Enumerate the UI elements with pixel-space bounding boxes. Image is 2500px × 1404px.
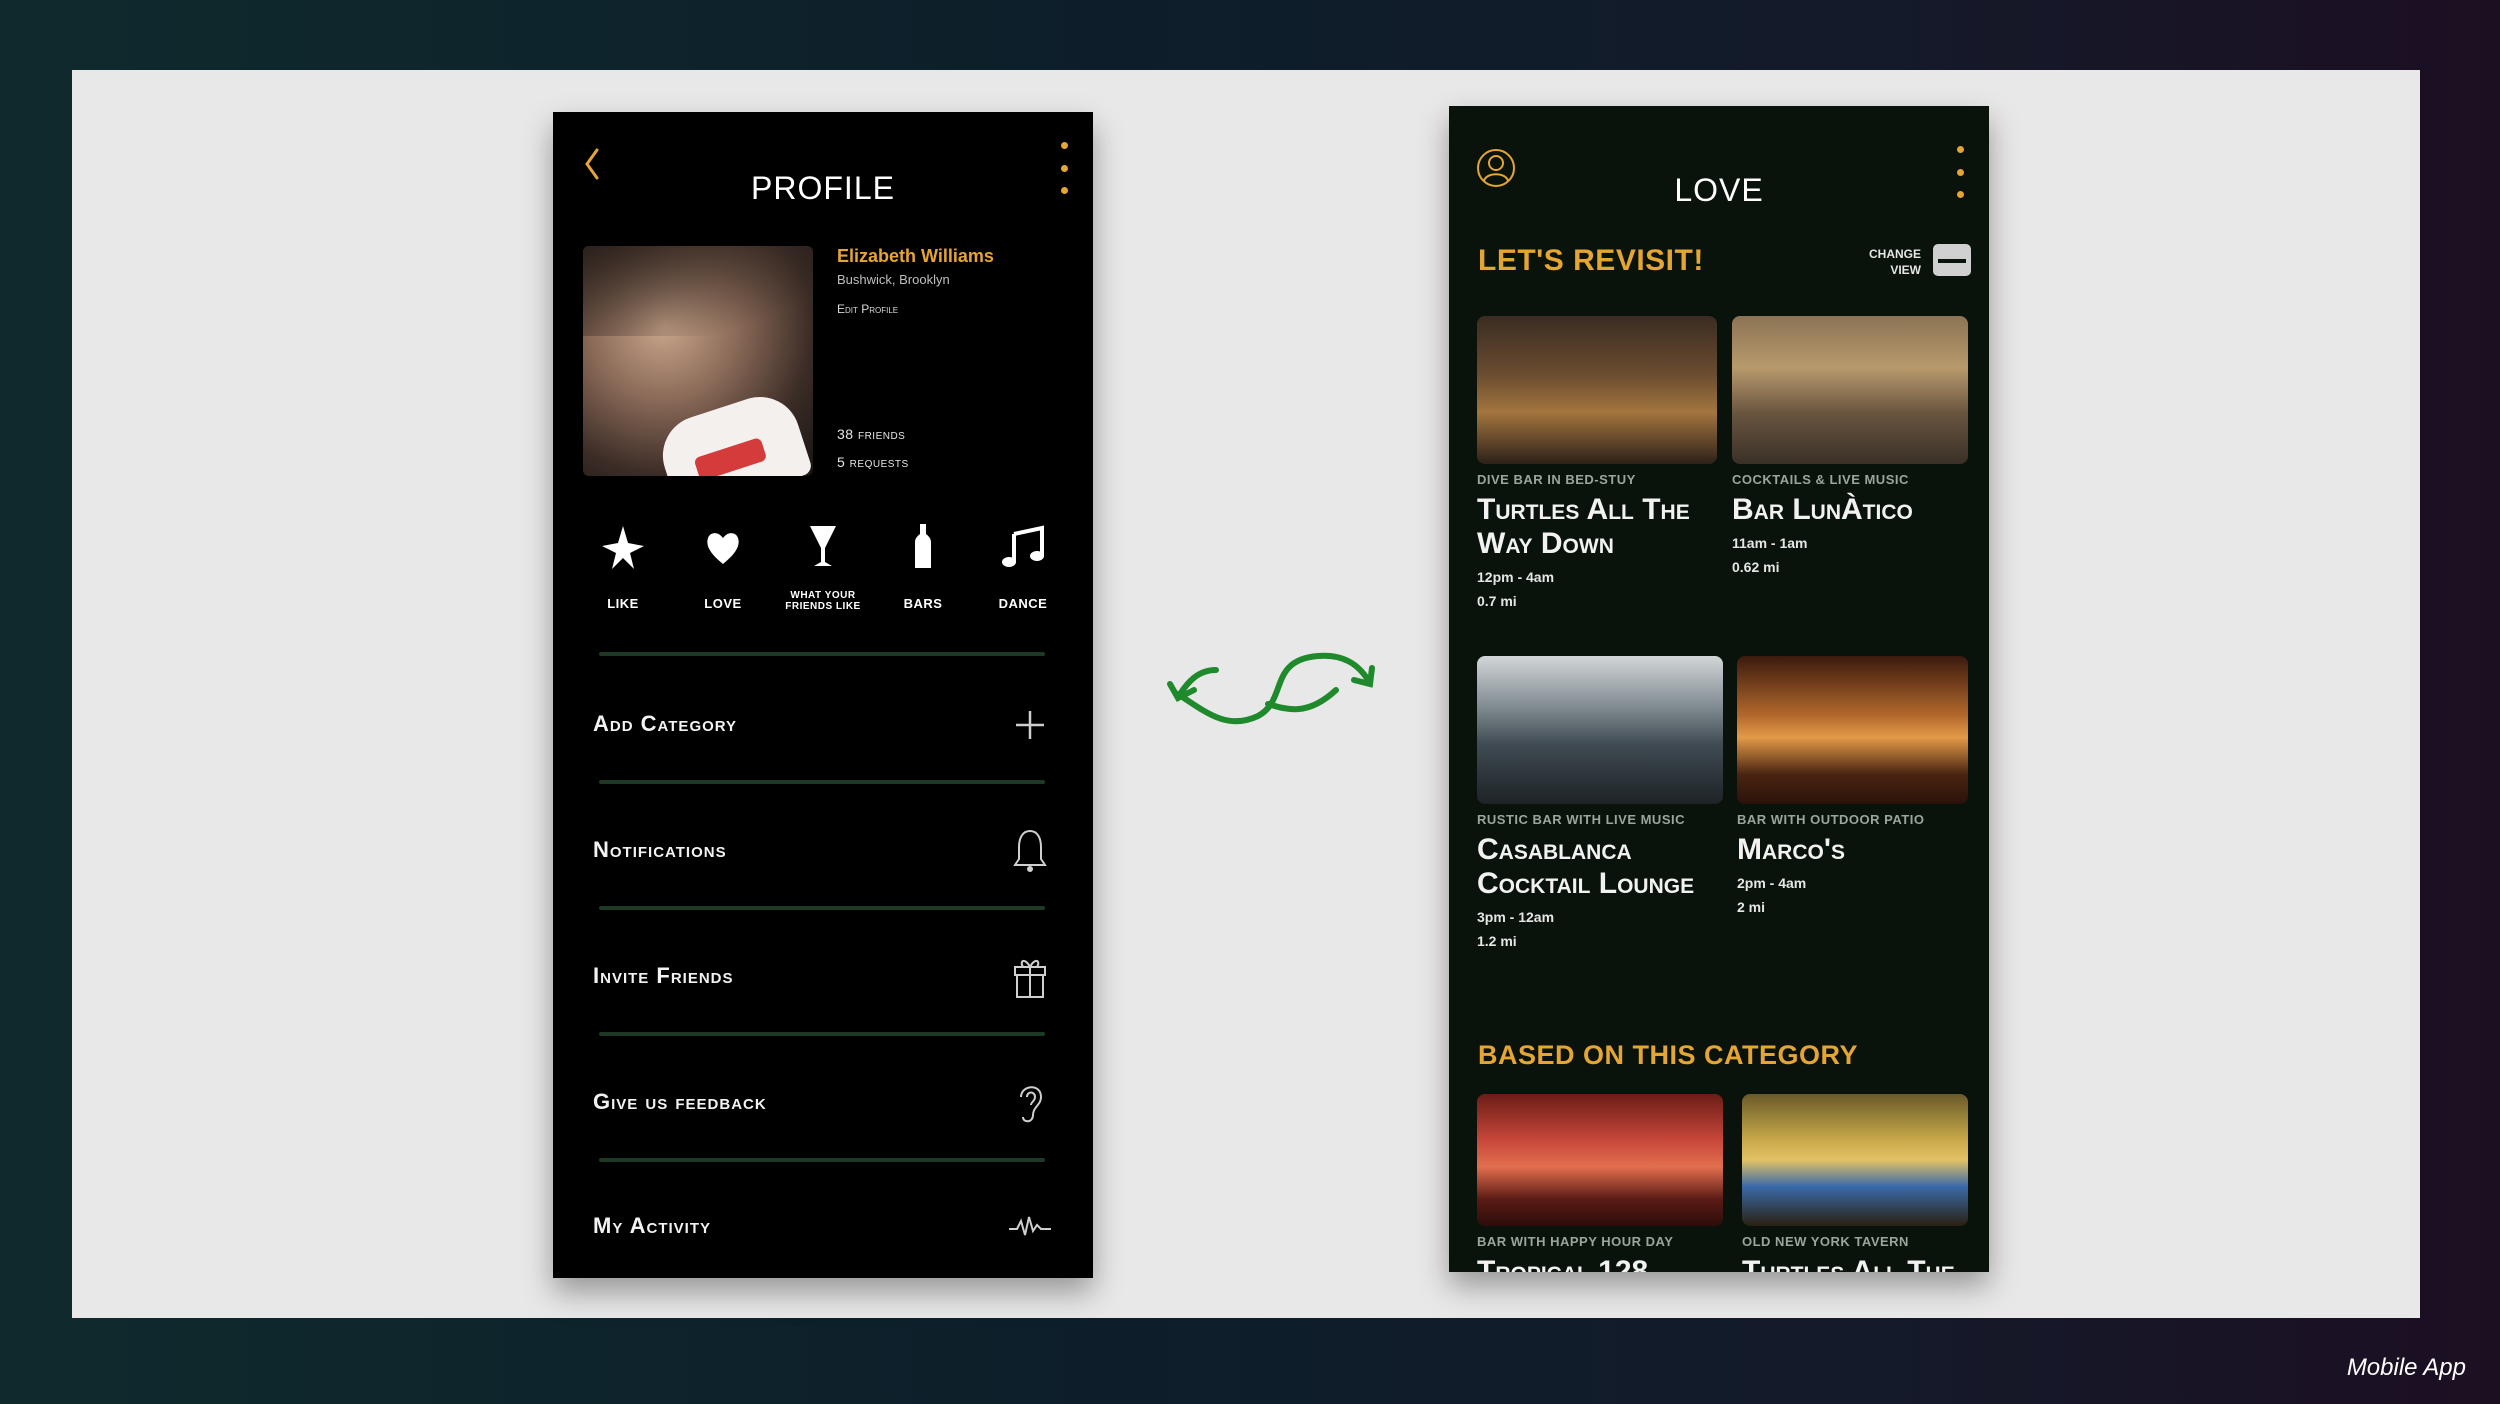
category-row: LIKE LOVE WHAT YOUR FRIENDS LIKE BARS DA… <box>573 522 1073 632</box>
venue-card[interactable]: COCKTAILS & LIVE MUSIC Bar LunÀtico 11am… <box>1732 316 1968 579</box>
heart-icon <box>707 533 739 564</box>
category-friends-like[interactable]: WHAT YOUR FRIENDS LIKE <box>773 522 873 632</box>
venue-photo <box>1732 316 1968 464</box>
venue-hours: 3pm - 12am <box>1477 909 1555 925</box>
menu-feedback[interactable]: Give us feedback <box>593 1072 1053 1132</box>
venue-card[interactable]: BAR WITH HAPPY HOUR DAY Tropical 128 <box>1477 1094 1723 1272</box>
venue-title: Turtles All The <box>1742 1255 1955 1272</box>
more-options-icon[interactable] <box>1955 146 1965 198</box>
venue-subtitle: BAR WITH OUTDOOR PATIO <box>1737 812 1925 827</box>
user-location: Bushwick, Brooklyn <box>837 272 950 287</box>
venue-card[interactable]: DIVE BAR IN BED-STUY Turtles All The Way… <box>1477 316 1717 613</box>
venue-hours: 11am - 1am <box>1732 535 1808 551</box>
category-like[interactable]: LIKE <box>573 522 673 632</box>
divider <box>599 906 1045 910</box>
venue-subtitle: RUSTIC BAR WITH LIVE MUSIC <box>1477 812 1685 827</box>
venue-subtitle: BAR WITH HAPPY HOUR DAY <box>1477 1234 1674 1249</box>
swap-arrows-icon <box>1167 652 1375 725</box>
venue-photo <box>1477 316 1717 464</box>
venue-hours: 12pm - 4am <box>1477 569 1555 585</box>
venue-subtitle: DIVE BAR IN BED-STUY <box>1477 472 1636 487</box>
venue-subtitle: COCKTAILS & LIVE MUSIC <box>1732 472 1909 487</box>
menu-my-activity[interactable]: My Activity <box>593 1196 1053 1256</box>
menu-add-category[interactable]: Add Category <box>593 694 1053 754</box>
music-note-icon <box>1002 525 1044 567</box>
venue-photo <box>1477 1094 1723 1226</box>
venue-subtitle: OLD NEW YORK TAVERN <box>1742 1234 1909 1249</box>
more-options-icon[interactable] <box>1059 142 1069 194</box>
section-title-category: BASED ON THIS CATEGORY <box>1478 1040 1859 1070</box>
venue-photo <box>1477 656 1723 804</box>
venue-distance: 0.62 mi <box>1732 559 1780 575</box>
venue-card[interactable]: BAR WITH OUTDOOR PATIO Marco's 2pm - 4am… <box>1737 656 1968 919</box>
venue-distance: 2 mi <box>1737 899 1766 915</box>
avatar <box>583 246 813 476</box>
friends-count[interactable]: 38 friends <box>837 426 905 442</box>
menu-label: Notifications <box>593 837 727 862</box>
menu-label: Invite Friends <box>593 963 734 988</box>
menu-label: Add Category <box>593 711 738 736</box>
divider <box>599 1158 1045 1162</box>
category-label: LOVE <box>704 596 742 611</box>
menu-invite-friends[interactable]: Invite Friends <box>593 946 1053 1006</box>
plus-icon <box>1016 711 1044 739</box>
category-label: LIKE <box>607 596 639 611</box>
category-label: WHAT YOUR FRIENDS LIKE <box>785 590 861 612</box>
menu-label: My Activity <box>593 1213 712 1238</box>
page-title: PROFILE <box>751 170 895 206</box>
venue-card[interactable]: OLD NEW YORK TAVERN Turtles All The <box>1742 1094 1968 1272</box>
category-label: DANCE <box>998 596 1048 611</box>
gift-icon <box>1014 960 1046 998</box>
divider <box>599 652 1045 656</box>
venue-title: Turtles All The Way Down <box>1477 493 1690 560</box>
activity-icon <box>1009 1216 1051 1236</box>
venue-distance: 0.7 mi <box>1477 593 1517 609</box>
ear-icon <box>1020 1086 1043 1123</box>
love-screen: LOVE LET'S REVISIT! CHANGE VIEW DIVE BAR… <box>1449 106 1989 1272</box>
slide-caption: Mobile App <box>2346 1354 2466 1381</box>
venue-title: Casablanca Cocktail Lounge <box>1477 833 1695 900</box>
venue-distance: 1.2 mi <box>1477 933 1517 949</box>
venue-hours: 2pm - 4am <box>1737 875 1807 891</box>
change-view-line: VIEW <box>1890 263 1921 277</box>
change-view-label[interactable]: CHANGE VIEW <box>1869 246 1921 278</box>
bottle-icon <box>915 524 931 568</box>
edit-profile-link[interactable]: Edit Profile <box>837 302 898 316</box>
venue-photo <box>1737 656 1968 804</box>
venue-title: Bar LunÀtico <box>1732 493 1913 526</box>
section-title-revisit: LET'S REVISIT! <box>1478 244 1704 277</box>
category-dance[interactable]: DANCE <box>973 522 1073 632</box>
menu-notifications[interactable]: Notifications <box>593 820 1053 880</box>
view-toggle-icon[interactable] <box>1933 244 1971 276</box>
venue-title: Marco's <box>1737 833 1845 866</box>
profile-screen: PROFILE Elizabeth Williams Bushwick, Bro… <box>553 112 1093 1278</box>
venue-card[interactable]: RUSTIC BAR WITH LIVE MUSIC Casablanca Co… <box>1477 656 1723 953</box>
category-bars[interactable]: BARS <box>873 522 973 632</box>
venue-title: Tropical 128 <box>1477 1255 1649 1272</box>
user-name: Elizabeth Williams <box>837 246 994 266</box>
star-icon <box>602 526 644 569</box>
venue-photo <box>1742 1094 1968 1226</box>
divider <box>599 780 1045 784</box>
category-love[interactable]: LOVE <box>673 522 773 632</box>
requests-count[interactable]: 5 requests <box>837 454 909 470</box>
cocktail-glass-icon <box>810 526 836 566</box>
menu-label: Give us feedback <box>593 1089 767 1114</box>
page-title: LOVE <box>1674 172 1764 208</box>
category-label: BARS <box>903 596 943 611</box>
bell-icon <box>1013 829 1047 872</box>
divider <box>599 1032 1045 1036</box>
change-view-line: CHANGE <box>1868 247 1921 261</box>
